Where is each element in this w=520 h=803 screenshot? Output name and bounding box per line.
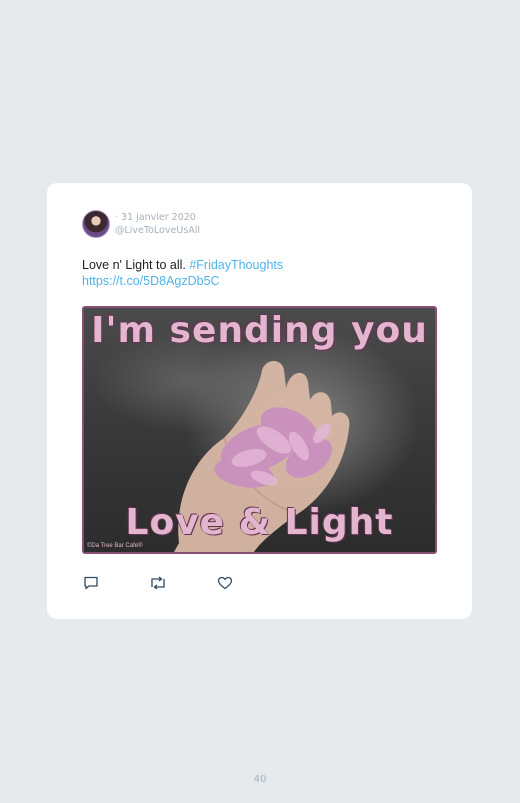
image-top-caption: I'm sending you [91, 310, 428, 351]
retweet-icon[interactable] [149, 576, 165, 590]
tweet-card: · 31 janvier 2020 @LiveToLoveUsAll Love … [47, 183, 472, 619]
tweet-body: Love n' Light to all. [82, 258, 190, 272]
tweet-meta: · 31 janvier 2020 @LiveToLoveUsAll [115, 211, 200, 237]
tweet-handle[interactable]: @LiveToLoveUsAll [115, 224, 200, 237]
page-number: 40 [253, 774, 267, 785]
tweet-media-image[interactable]: I'm sending you Love & Light ©Da Tree Ba… [82, 306, 437, 554]
tweet-text: Love n' Light to all. #FridayThoughts ht… [82, 258, 442, 289]
tweet-url-link[interactable]: https://t.co/5D8AgzDb5C [82, 274, 220, 288]
like-icon[interactable] [217, 576, 233, 590]
image-credit: ©Da Tree Bar Cafe® [87, 543, 143, 549]
reply-icon[interactable] [83, 576, 99, 590]
tweet-date[interactable]: · 31 janvier 2020 [115, 211, 200, 224]
image-bottom-caption: Love & Light [125, 502, 394, 543]
hashtag-link[interactable]: #FridayThoughts [189, 258, 283, 272]
avatar[interactable] [82, 210, 110, 238]
